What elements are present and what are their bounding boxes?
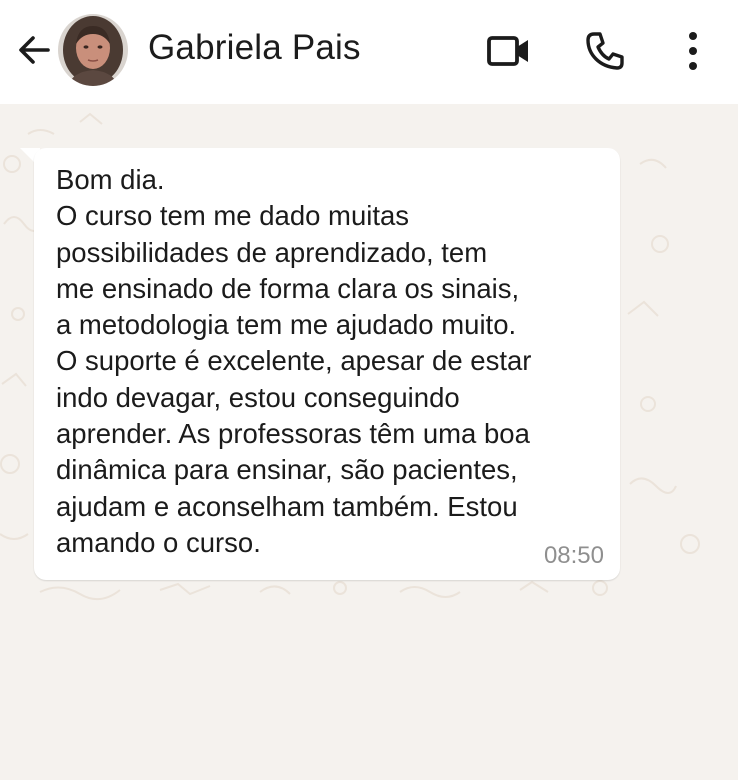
chat-area[interactable]: Bom dia. O curso tem me dado muitas poss… [0, 104, 738, 780]
message-text: Bom dia. O curso tem me dado muitas poss… [56, 164, 532, 558]
phone-icon[interactable] [584, 30, 626, 72]
more-vertical-icon[interactable] [676, 30, 710, 72]
arrow-left-icon[interactable] [14, 30, 54, 70]
message-timestamp: 08:50 [543, 542, 604, 569]
avatar[interactable] [58, 14, 128, 86]
chat-header: Gabriela Pais [0, 0, 738, 104]
video-camera-icon[interactable] [486, 32, 532, 70]
message-bubble[interactable]: Bom dia. O curso tem me dado muitas poss… [34, 148, 620, 580]
contact-name[interactable]: Gabriela Pais [148, 28, 361, 68]
